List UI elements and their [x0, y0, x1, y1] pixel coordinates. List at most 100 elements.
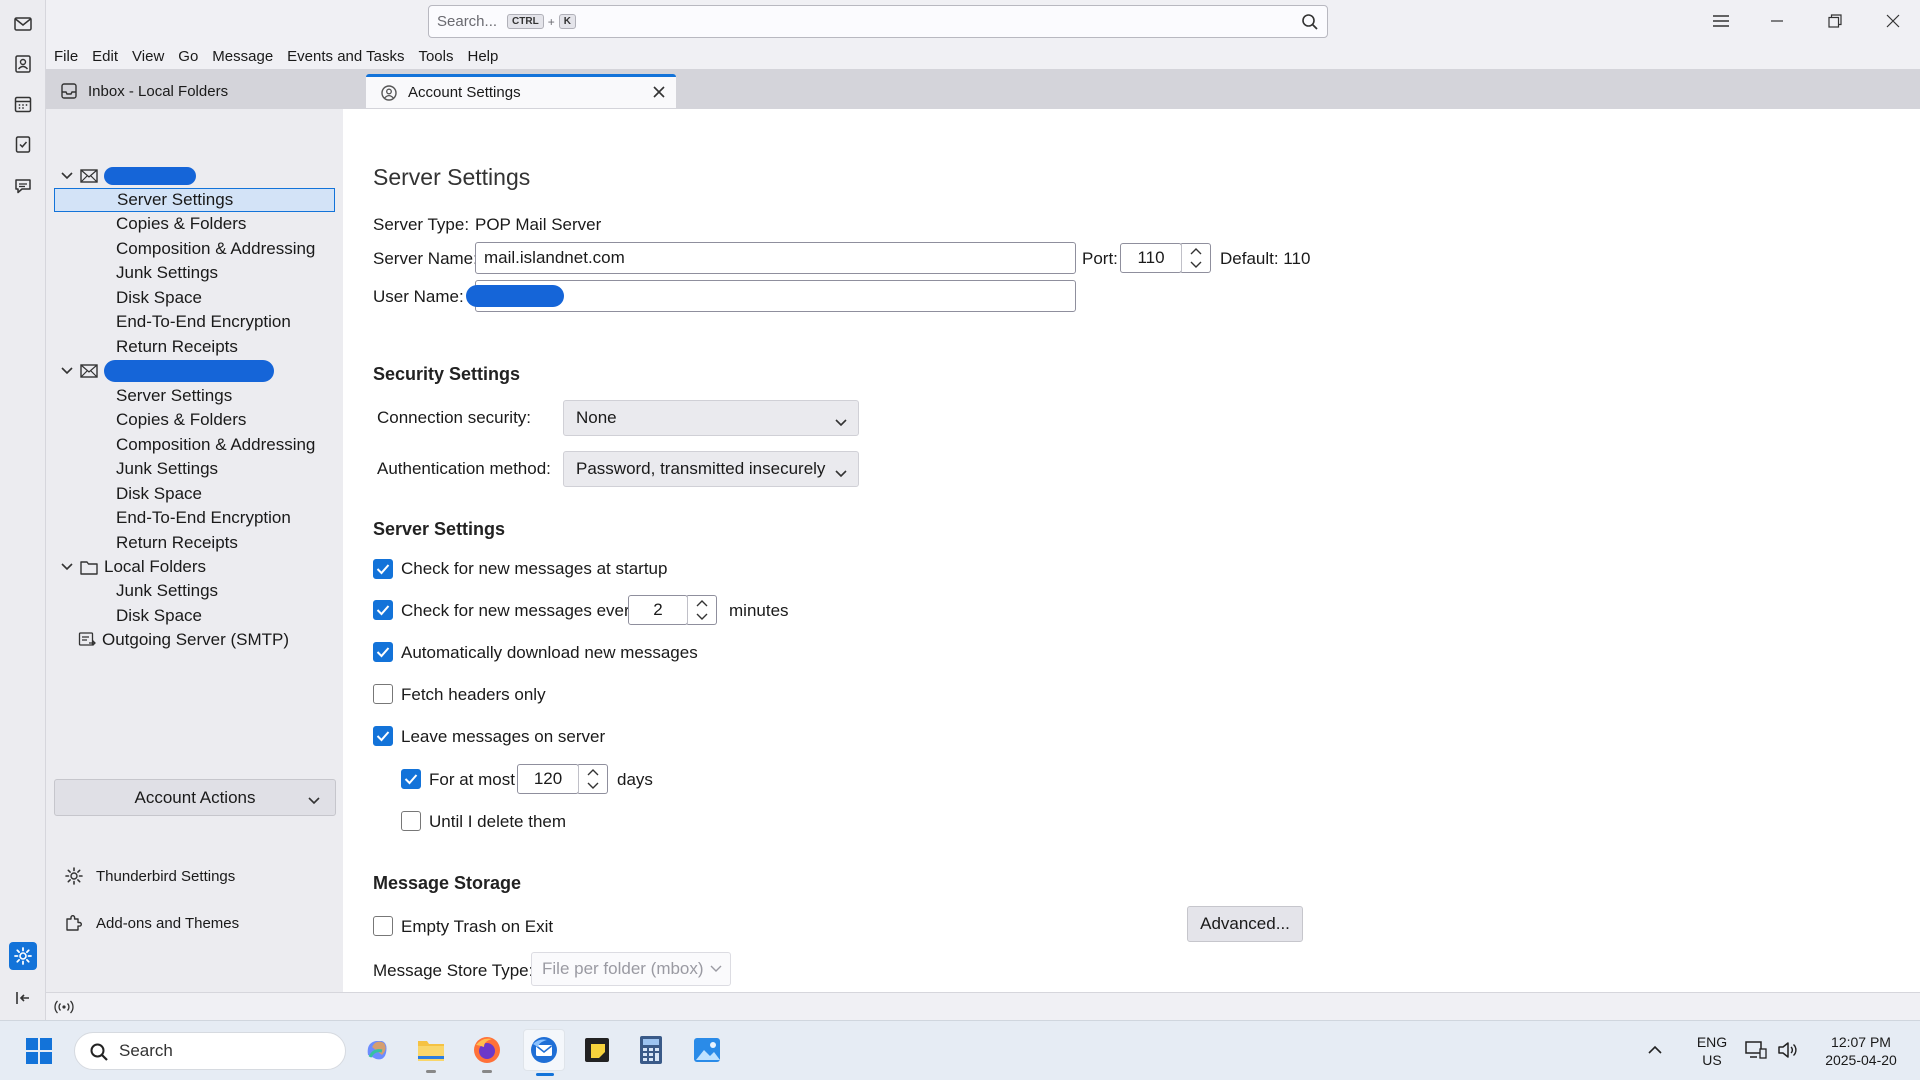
- menu-help[interactable]: Help: [468, 48, 499, 65]
- leave-on-server-checkbox[interactable]: [373, 726, 393, 746]
- firefox-icon[interactable]: [470, 1033, 504, 1073]
- collapse-toolbar-icon[interactable]: [9, 984, 37, 1012]
- sidebar-item-e2e-2[interactable]: End-To-End Encryption: [116, 506, 291, 530]
- check-every-label[interactable]: Check for new messages every: [401, 601, 638, 621]
- sidebar-item-disk-space-2[interactable]: Disk Space: [116, 482, 202, 506]
- check-startup-label[interactable]: Check for new messages at startup: [401, 559, 667, 579]
- fetch-headers-checkbox[interactable]: [373, 684, 393, 704]
- until-delete-label[interactable]: Until I delete them: [429, 812, 566, 832]
- chevron-down-icon[interactable]: [60, 366, 74, 376]
- menu-edit[interactable]: Edit: [92, 48, 118, 65]
- chevron-up-icon: [1190, 248, 1202, 255]
- sidebar-item-disk-space-1[interactable]: Disk Space: [116, 286, 202, 310]
- account-actions-button[interactable]: Account Actions: [54, 779, 336, 816]
- copilot-icon[interactable]: [360, 1033, 394, 1067]
- server-name-input[interactable]: mail.islandnet.com: [475, 242, 1076, 274]
- mail-space-icon[interactable]: [9, 10, 37, 38]
- local-folders-header[interactable]: Local Folders: [60, 555, 206, 579]
- thunderbird-taskbar-icon[interactable]: [523, 1029, 565, 1076]
- sidebar-item-server-settings-2[interactable]: Server Settings: [116, 384, 232, 408]
- sidebar-item-receipts-2[interactable]: Return Receipts: [116, 531, 238, 555]
- tab-inbox[interactable]: Inbox - Local Folders: [46, 74, 356, 108]
- sidebar-item-composition-2[interactable]: Composition & Addressing: [116, 433, 315, 457]
- sidebar-item-outgoing-server[interactable]: Outgoing Server (SMTP): [78, 628, 289, 652]
- clock-time: 12:07 PM: [1831, 1034, 1891, 1050]
- check-interval-stepper[interactable]: [687, 595, 717, 625]
- running-indicator: [426, 1070, 436, 1073]
- tasks-icon[interactable]: [9, 130, 37, 158]
- user-name-input[interactable]: [466, 280, 1076, 312]
- auth-method-select[interactable]: Password, transmitted insecurely: [563, 451, 859, 487]
- leave-on-server-label[interactable]: Leave messages on server: [401, 727, 605, 747]
- tab-account-settings[interactable]: Account Settings: [366, 74, 676, 108]
- empty-trash-label[interactable]: Empty Trash on Exit: [401, 917, 553, 937]
- for-at-most-label[interactable]: For at most: [429, 770, 515, 790]
- days-input[interactable]: 120: [517, 764, 579, 794]
- volume-icon[interactable]: [1774, 1033, 1802, 1067]
- address-book-icon[interactable]: [9, 50, 37, 78]
- sidebar-item-copies-folders-1[interactable]: Copies & Folders: [116, 212, 246, 236]
- sidebar-item-local-disk-space[interactable]: Disk Space: [116, 604, 202, 628]
- photos-icon[interactable]: [690, 1033, 724, 1067]
- sidebar-item-server-settings-1[interactable]: Server Settings: [54, 188, 335, 212]
- chevron-down-icon[interactable]: [60, 171, 74, 181]
- menu-tools[interactable]: Tools: [418, 48, 453, 65]
- days-stepper[interactable]: [578, 764, 608, 794]
- global-search-input[interactable]: Search... CTRL + K: [428, 5, 1328, 38]
- thunderbird-settings-link[interactable]: Thunderbird Settings: [64, 863, 235, 889]
- settings-gear-icon[interactable]: [9, 942, 37, 970]
- close-window-icon[interactable]: [1882, 10, 1904, 32]
- check-startup-checkbox[interactable]: [373, 559, 393, 579]
- menu-message[interactable]: Message: [212, 48, 273, 65]
- sidebar-item-junk-1[interactable]: Junk Settings: [116, 261, 218, 285]
- sidebar-item-e2e-1[interactable]: End-To-End Encryption: [116, 310, 291, 334]
- taskbar-search-input[interactable]: Search: [74, 1032, 346, 1070]
- clock[interactable]: 12:07 PM 2025-04-20: [1816, 1033, 1906, 1069]
- addons-themes-link[interactable]: Add-ons and Themes: [64, 910, 239, 936]
- restore-icon[interactable]: [1824, 10, 1846, 32]
- menu-events-and-tasks[interactable]: Events and Tasks: [287, 48, 404, 65]
- online-status-icon[interactable]: [54, 999, 74, 1015]
- app-menu-icon[interactable]: [1710, 10, 1732, 32]
- empty-trash-checkbox[interactable]: [373, 916, 393, 936]
- file-explorer-icon[interactable]: [414, 1033, 448, 1073]
- port-stepper[interactable]: [1181, 243, 1211, 273]
- menu-view[interactable]: View: [132, 48, 164, 65]
- until-delete-checkbox[interactable]: [401, 811, 421, 831]
- sidebar-item-copies-folders-2[interactable]: Copies & Folders: [116, 408, 246, 432]
- chevron-down-icon[interactable]: [60, 562, 74, 572]
- tab-account-settings-label: Account Settings: [408, 84, 521, 101]
- account-2-header[interactable]: [60, 359, 274, 383]
- auto-download-label[interactable]: Automatically download new messages: [401, 643, 698, 663]
- sidebar-item-local-junk[interactable]: Junk Settings: [116, 579, 218, 603]
- connection-security-select[interactable]: None: [563, 400, 859, 436]
- minimize-icon[interactable]: [1766, 10, 1788, 32]
- account-1-header[interactable]: [60, 164, 196, 188]
- search-icon[interactable]: [1301, 13, 1319, 35]
- network-icon[interactable]: [1742, 1033, 1770, 1067]
- store-type-select[interactable]: File per folder (mbox): [531, 952, 731, 986]
- sidebar-item-composition-1[interactable]: Composition & Addressing: [116, 237, 315, 261]
- menu-go[interactable]: Go: [178, 48, 198, 65]
- windows-start-icon[interactable]: [22, 1034, 56, 1068]
- menu-file[interactable]: File: [54, 48, 78, 65]
- calculator-icon[interactable]: [634, 1033, 668, 1067]
- chat-icon[interactable]: [9, 172, 37, 200]
- auto-download-checkbox[interactable]: [373, 642, 393, 662]
- calendar-icon[interactable]: [9, 90, 37, 118]
- port-input[interactable]: 110: [1120, 243, 1182, 273]
- for-at-most-checkbox[interactable]: [401, 769, 421, 789]
- fetch-headers-label[interactable]: Fetch headers only: [401, 685, 546, 705]
- sidebar-item-junk-2[interactable]: Junk Settings: [116, 457, 218, 481]
- inbox-icon: [60, 82, 78, 100]
- server-type-value: POP Mail Server: [475, 215, 602, 234]
- check-interval-input[interactable]: 2: [628, 595, 688, 625]
- search-icon: [89, 1042, 109, 1067]
- close-tab-icon[interactable]: [652, 85, 666, 103]
- sticky-notes-icon[interactable]: [580, 1033, 614, 1067]
- language-indicator[interactable]: ENG US: [1692, 1033, 1732, 1069]
- chevron-up-icon[interactable]: [1644, 1033, 1666, 1067]
- sidebar-item-receipts-1[interactable]: Return Receipts: [116, 335, 238, 359]
- check-every-checkbox[interactable]: [373, 600, 393, 620]
- advanced-button[interactable]: Advanced...: [1187, 906, 1303, 942]
